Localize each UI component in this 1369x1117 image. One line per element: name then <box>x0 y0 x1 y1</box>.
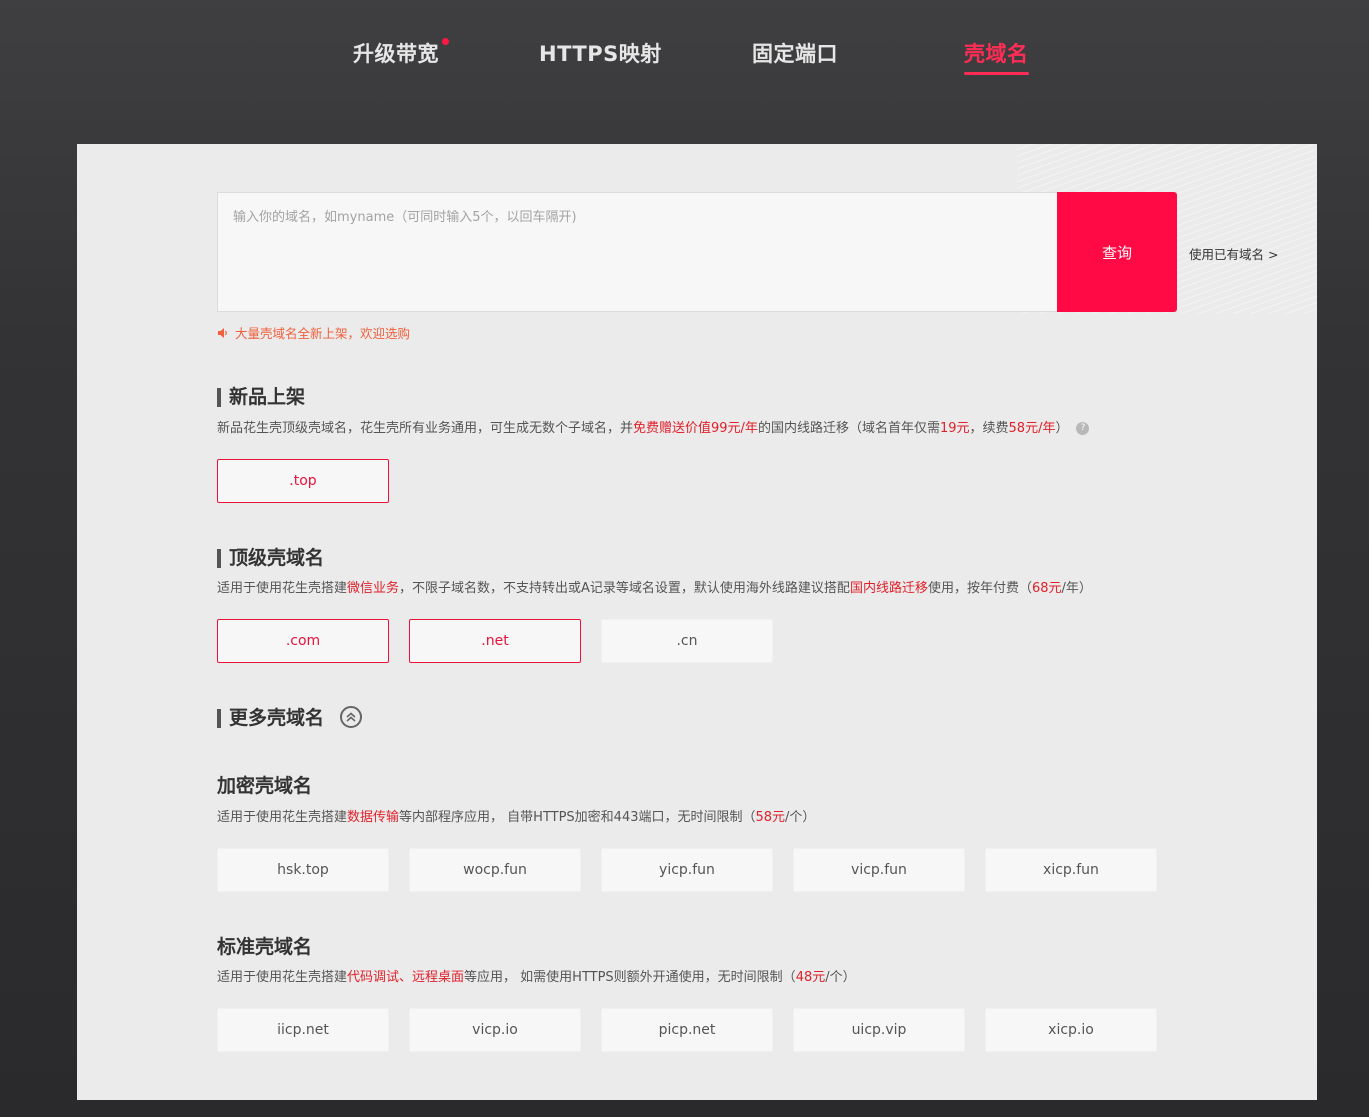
highlight-text: 数据传输 <box>347 810 400 825</box>
domain-chip[interactable]: .cn <box>601 619 773 663</box>
domain-search-input[interactable] <box>218 193 1057 311</box>
highlight-text: 国内线路迁移 <box>849 581 928 596</box>
tab-https-mapping[interactable]: HTTPS映射 <box>539 38 662 68</box>
help-icon[interactable]: ? <box>1076 422 1090 435</box>
domain-chip[interactable]: yicp.fun <box>601 848 773 892</box>
desc-segment: 新品花生壳顶级壳域名，花生壳所有业务通用，可生成无数个子域名，并 <box>217 421 634 436</box>
tab-label: 壳域名 <box>964 42 1029 66</box>
desc-segment: 等应用， 如需使用HTTPS则额外开通使用，无时间限制（ <box>464 970 796 985</box>
desc-text: 适用于使用花生壳搭建微信业务，不限子域名数，不支持转出或A记录等域名设置，默认使… <box>217 581 1092 596</box>
section-title-new: 新品上架 <box>217 387 305 407</box>
desc-segment: ） <box>1055 421 1069 436</box>
double-chevron-up-icon <box>346 712 356 722</box>
section-desc-standard: 适用于使用花生壳搭建代码调试、远程桌面等应用， 如需使用HTTPS则额外开通使用… <box>217 966 856 985</box>
section-title-encrypted: 加密壳域名 <box>217 775 313 797</box>
section-desc-encrypted: 适用于使用花生壳搭建数据传输等内部程序应用， 自带HTTPS加密和443端口，无… <box>217 806 815 825</box>
section-title-top-level: 顶级壳域名 <box>217 548 324 568</box>
desc-segment: ，续费 <box>969 421 1009 436</box>
notification-dot <box>442 38 449 45</box>
section-title-standard: 标准壳域名 <box>217 936 313 958</box>
use-existing-domain-link[interactable]: 使用已有域名 > <box>1189 244 1278 263</box>
desc-text: 新品花生壳顶级壳域名，花生壳所有业务通用，可生成无数个子域名，并免费赠送价值99… <box>217 421 1068 436</box>
tab-label: 升级带宽 <box>353 42 439 66</box>
tab-fixed-port[interactable]: 固定端口 <box>752 38 838 68</box>
domain-chip[interactable]: uicp.vip <box>793 1008 965 1052</box>
desc-segment: 的国内线路迁移（域名首年仅需 <box>757 421 940 436</box>
desc-segment: /个） <box>785 810 816 825</box>
highlight-text: 微信业务 <box>347 581 400 596</box>
highlight-text: 48元 <box>795 970 826 985</box>
domain-search-box <box>217 192 1057 312</box>
active-tab-underline <box>964 72 1029 75</box>
desc-segment: /年） <box>1061 581 1092 596</box>
section-desc-new: 新品花生壳顶级壳域名，花生壳所有业务通用，可生成无数个子域名，并免费赠送价值99… <box>217 417 1090 436</box>
domain-chip[interactable]: .net <box>409 619 581 663</box>
highlight-text: 代码调试、远程桌面 <box>347 970 465 985</box>
highlight-text: 68元 <box>1031 581 1062 596</box>
tab-label: 固定端口 <box>752 42 838 66</box>
domain-chip[interactable]: xicp.fun <box>985 848 1157 892</box>
highlight-text: 58元 <box>755 810 786 825</box>
tab-upgrade-bandwidth[interactable]: 升级带宽 <box>353 38 449 68</box>
desc-segment: ，不限子域名数，不支持转出或A记录等域名设置，默认使用海外线路建议搭配 <box>399 581 850 596</box>
top-tab-bar: 升级带宽 HTTPS映射 固定端口 壳域名 <box>0 0 1369 110</box>
domain-chip[interactable]: vicp.fun <box>793 848 965 892</box>
domain-chip[interactable]: wocp.fun <box>409 848 581 892</box>
notice-text: 大量壳域名全新上架，欢迎选购 <box>235 326 411 341</box>
notice-bar: 大量壳域名全新上架，欢迎选购 <box>217 323 410 342</box>
collapse-up-icon[interactable] <box>340 706 362 728</box>
tab-label: HTTPS映射 <box>539 42 662 66</box>
domain-chip[interactable]: vicp.io <box>409 1008 581 1052</box>
speaker-icon <box>218 327 227 338</box>
domain-chip[interactable]: .top <box>217 459 389 503</box>
highlight-text: 58元/年 <box>1008 421 1056 436</box>
section-desc-top-level: 适用于使用花生壳搭建微信业务，不限子域名数，不支持转出或A记录等域名设置，默认使… <box>217 577 1092 596</box>
desc-segment: /个） <box>825 970 856 985</box>
desc-segment: 等内部程序应用， 自带HTTPS加密和443端口，无时间限制（ <box>399 810 756 825</box>
desc-segment: 适用于使用花生壳搭建 <box>217 581 348 596</box>
section-title-more: 更多壳域名 <box>217 708 324 728</box>
main-panel: 查询 使用已有域名 > 大量壳域名全新上架，欢迎选购 新品上架 新品花生壳顶级壳… <box>77 144 1317 1100</box>
desc-segment: 适用于使用花生壳搭建 <box>217 970 348 985</box>
highlight-text: 19元 <box>939 421 970 436</box>
highlight-text: 免费赠送价值99元/年 <box>633 421 758 436</box>
desc-segment: 适用于使用花生壳搭建 <box>217 810 348 825</box>
search-button[interactable]: 查询 <box>1057 192 1177 312</box>
desc-text: 适用于使用花生壳搭建代码调试、远程桌面等应用， 如需使用HTTPS则额外开通使用… <box>217 970 856 985</box>
desc-segment: 使用，按年付费（ <box>927 581 1032 596</box>
domain-chip[interactable]: xicp.io <box>985 1008 1157 1052</box>
tab-shell-domain[interactable]: 壳域名 <box>964 38 1029 75</box>
domain-chip[interactable]: .com <box>217 619 389 663</box>
domain-chip[interactable]: iicp.net <box>217 1008 389 1052</box>
domain-chip[interactable]: hsk.top <box>217 848 389 892</box>
domain-chip[interactable]: picp.net <box>601 1008 773 1052</box>
desc-text: 适用于使用花生壳搭建数据传输等内部程序应用， 自带HTTPS加密和443端口，无… <box>217 810 815 825</box>
